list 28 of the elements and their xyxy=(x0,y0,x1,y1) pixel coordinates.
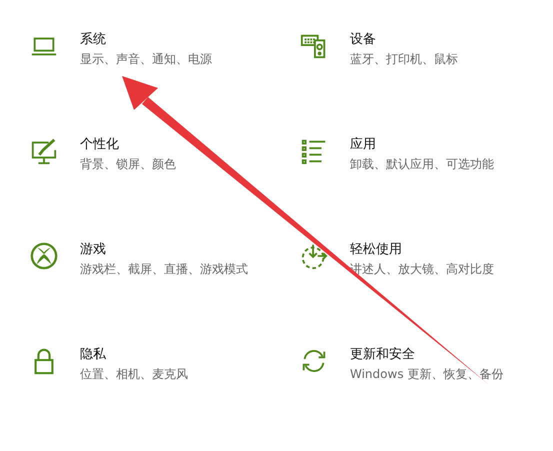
settings-description: 位置、相机、麦克风 xyxy=(80,366,188,383)
settings-title: 应用 xyxy=(350,136,377,153)
settings-item[interactable]: 系统 显示、声音、通知、电源 xyxy=(30,30,300,135)
settings-title: 隐私 xyxy=(80,346,107,363)
settings-item[interactable]: 个性化 背景、锁屏、颜色 xyxy=(30,135,300,240)
dashed-circle-icon xyxy=(300,242,328,270)
x-circle-icon xyxy=(30,242,58,270)
settings-item[interactable]: 应用 卸载、默认应用、可选功能 xyxy=(300,135,553,240)
settings-description: 背景、锁屏、颜色 xyxy=(80,156,176,173)
settings-title: 更新和安全 xyxy=(350,346,416,363)
monitor-brush-icon xyxy=(30,137,58,165)
settings-description: 游戏栏、截屏、直播、游戏模式 xyxy=(80,261,248,278)
settings-title: 设备 xyxy=(350,31,377,48)
keyboard-speaker-icon xyxy=(300,32,328,60)
settings-item[interactable]: 隐私 位置、相机、麦克风 xyxy=(30,345,300,450)
list-icon xyxy=(300,137,328,165)
settings-item[interactable]: 更新和安全 Windows 更新、恢复、备份 xyxy=(300,345,553,450)
settings-description: 显示、声音、通知、电源 xyxy=(80,51,212,68)
settings-title: 轻松使用 xyxy=(350,241,403,258)
settings-description: Windows 更新、恢复、备份 xyxy=(350,366,504,383)
settings-item[interactable]: 游戏 游戏栏、截屏、直播、游戏模式 xyxy=(30,240,300,345)
settings-description: 蓝牙、打印机、鼠标 xyxy=(350,51,458,68)
settings-title: 个性化 xyxy=(80,136,120,153)
settings-item[interactable]: 设备 蓝牙、打印机、鼠标 xyxy=(300,30,553,135)
sync-icon xyxy=(300,347,328,375)
settings-description: 卸载、默认应用、可选功能 xyxy=(350,156,494,173)
settings-title: 系统 xyxy=(80,31,107,48)
settings-title: 游戏 xyxy=(80,241,107,258)
